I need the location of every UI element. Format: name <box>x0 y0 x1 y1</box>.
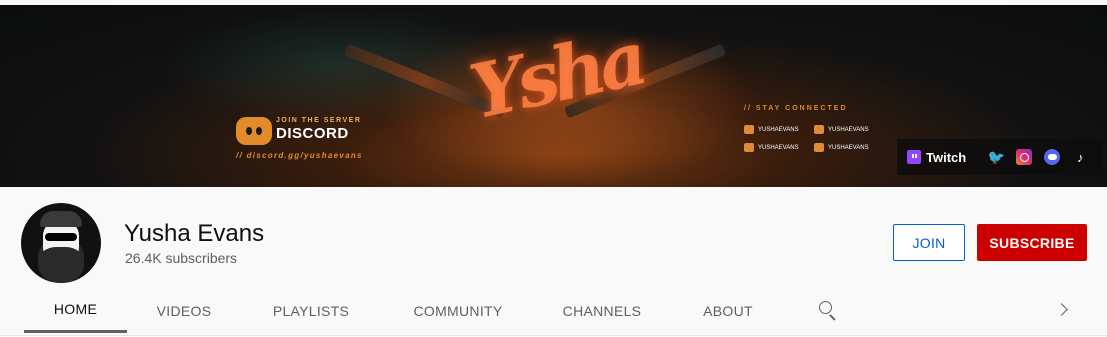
twitter-icon <box>744 125 754 134</box>
tab-videos[interactable]: VIDEOS <box>136 288 232 333</box>
chevron-right-icon[interactable] <box>1054 301 1072 319</box>
search-ring <box>819 301 832 314</box>
banner-social-instagram: YUSHAEVANS <box>744 143 799 152</box>
tab-playlists[interactable]: PLAYLISTS <box>258 288 364 333</box>
banner-social-youtube: YUSHAEVANS <box>814 125 869 134</box>
search-handle <box>829 314 836 321</box>
channel-banner: Ysha JOIN THE SERVER DISCORD // discord.… <box>0 5 1107 187</box>
avatar-cap <box>40 211 82 227</box>
social-handle: YUSHAEVANS <box>828 126 869 133</box>
banner-join-server: JOIN THE SERVER <box>276 117 362 124</box>
twitch-label: Twitch <box>926 149 967 165</box>
tab-community[interactable]: COMMUNITY <box>396 288 520 333</box>
social-handle: YUSHAEVANS <box>758 144 799 151</box>
banner-stay-connected: // STAY CONNECTED YUSHAEVANS YUSHAEVANS … <box>744 105 869 152</box>
youtube-icon <box>814 125 824 134</box>
subscribe-button[interactable]: SUBSCRIBE <box>977 224 1087 261</box>
banner-social-tiktok: YUSHAEVANS <box>814 143 869 152</box>
banner-social-twitter: YUSHAEVANS <box>744 125 799 134</box>
stay-connected-title: // STAY CONNECTED <box>744 105 848 112</box>
banner-discord-url: // discord.gg/yushaevans <box>236 151 363 160</box>
subscriber-count: 26.4K subscribers <box>125 250 238 266</box>
social-handle: YUSHAEVANS <box>828 144 869 151</box>
tab-about[interactable]: ABOUT <box>688 288 768 333</box>
banner-discord-word: DISCORD <box>276 125 349 142</box>
tab-channels[interactable]: CHANNELS <box>548 288 656 333</box>
twitch-link[interactable]: Twitch <box>907 150 966 165</box>
twitch-icon <box>907 150 921 164</box>
twitter-icon[interactable]: 🐦 <box>987 149 1004 165</box>
tiktok-icon[interactable]: ♪ <box>1072 149 1088 165</box>
avatar[interactable] <box>21 203 101 283</box>
channel-page: Ysha JOIN THE SERVER DISCORD // discord.… <box>0 0 1107 337</box>
discord-logo-icon <box>236 117 272 145</box>
avatar-beard-lower <box>38 247 84 283</box>
social-handle: YUSHAEVANS <box>758 126 799 133</box>
instagram-icon[interactable] <box>1016 149 1033 165</box>
channel-links-bar: Twitch 🐦 ♪ <box>897 139 1103 175</box>
join-button[interactable]: JOIN <box>893 224 965 261</box>
tabs-divider <box>0 335 1107 336</box>
channel-search-icon[interactable] <box>818 300 838 321</box>
discord-icon[interactable] <box>1044 149 1061 165</box>
instagram-icon <box>744 143 754 152</box>
avatar-sunglasses <box>45 233 77 241</box>
tiktok-icon <box>814 143 824 152</box>
channel-name: Yusha Evans <box>124 220 265 247</box>
tab-home[interactable]: HOME <box>24 288 127 333</box>
